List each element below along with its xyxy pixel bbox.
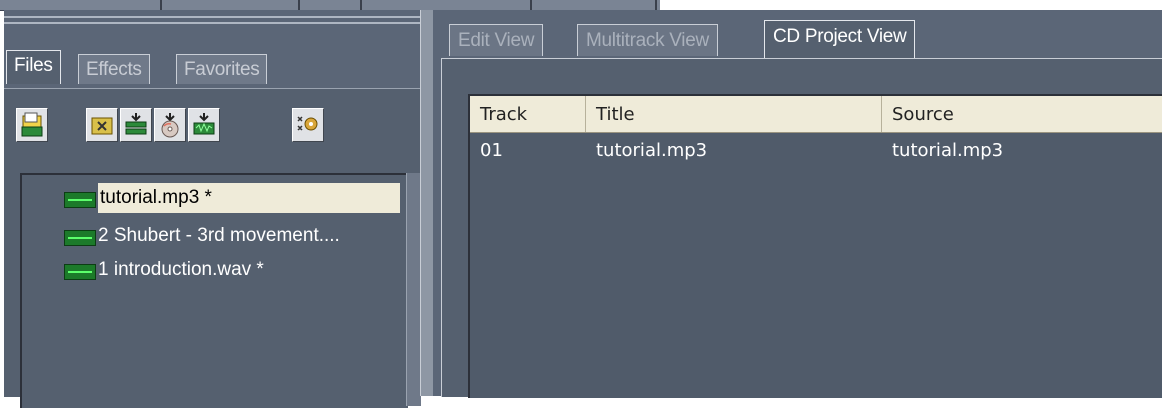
panel-splitter[interactable] [420,10,434,396]
insert-multitrack-icon [125,113,147,135]
insert-multitrack-button[interactable] [120,108,152,142]
tab-edit-view[interactable]: Edit View [449,24,544,56]
tab-favorites[interactable]: Favorites [176,54,268,84]
file-item-label: tutorial.mp3 * [98,183,400,213]
insert-audio-button[interactable] [188,108,220,142]
file-list-scrollbar[interactable] [406,173,421,406]
column-header-track[interactable]: Track [470,96,586,132]
tab-cd-project-view[interactable]: CD Project View [764,20,916,58]
close-file-button[interactable] [86,108,118,142]
options-gear-icon [297,116,318,131]
cell-source: tutorial.mp3 [892,140,1004,161]
table-header: Track Title Source [470,96,1162,133]
waveform-icon [64,264,96,280]
waveform-icon [64,192,96,208]
column-header-source[interactable]: Source [882,96,1162,132]
insert-audio-icon [193,113,215,135]
table-row[interactable]: 01 tutorial.mp3 tutorial.mp3 [470,134,1162,168]
cell-title: tutorial.mp3 [596,140,708,161]
waveform-icon [64,230,96,246]
insert-cd-icon [161,113,179,138]
open-file-icon [21,112,43,137]
options-button[interactable] [292,108,324,142]
file-item-label: 2 Shubert - 3rd movement.... [98,225,340,246]
cell-track: 01 [480,140,503,161]
column-header-title[interactable]: Title [586,96,882,132]
track-table: Track Title Source 01 tutorial.mp3 tutor… [468,94,1162,398]
open-file-button[interactable] [16,108,48,142]
tab-files[interactable]: Files [6,50,61,84]
file-item-label: 1 introduction.wav * [98,259,264,280]
file-list: tutorial.mp3 * 2 Shubert - 3rd movement.… [20,173,408,408]
app-window: Files Effects Favorites tutorial.mp3 * 2… [0,0,1162,408]
organizer-panel: Files Effects Favorites tutorial.mp3 * 2… [4,10,421,408]
close-file-icon [91,117,113,135]
insert-cd-button[interactable] [154,108,186,142]
tab-multitrack-view[interactable]: Multitrack View [577,24,718,56]
tab-effects[interactable]: Effects [78,54,150,84]
